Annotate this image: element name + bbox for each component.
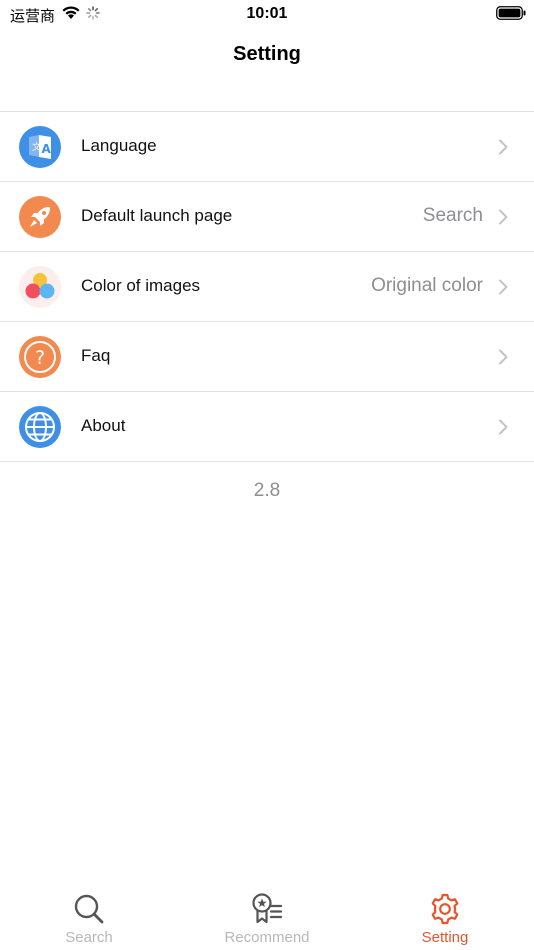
settings-row-value: Search [422,205,483,226]
search-icon [74,894,104,924]
settings-row-default-launch-page[interactable]: Default launch page Search [0,182,534,252]
battery-icon [496,6,526,20]
tab-setting[interactable]: Setting [356,880,534,950]
rocket-icon [19,196,61,238]
tab-recommend[interactable]: Recommend [178,880,356,950]
svg-text:?: ? [35,347,45,369]
tab-search[interactable]: Search [0,880,178,950]
settings-row-label: Language [81,136,157,155]
settings-row-faq[interactable]: ? Faq [0,322,534,392]
tab-label: Setting [421,929,469,946]
chevron-right-icon [499,349,508,365]
settings-row-label: About [81,416,126,435]
tab-label: Recommend [224,929,310,946]
chevron-right-icon [499,209,508,225]
status-time: 10:01 [246,5,288,22]
globe-icon [19,406,61,448]
status-bar: 运营商 10:01 [0,0,534,30]
tab-label: Search [65,929,113,946]
gear-icon [431,893,459,925]
svg-text:文: 文 [32,141,41,153]
tab-bar: Search Recommend Setting [0,880,534,950]
recommend-icon [252,893,283,924]
settings-row-about[interactable]: About [0,392,534,462]
settings-row-label: Color of images [81,276,201,295]
color-dots-icon [19,266,61,308]
chevron-right-icon [499,419,508,435]
settings-row-label: Default launch page [81,206,233,225]
settings-row-value: Original color [371,275,483,296]
chevron-right-icon [499,139,508,155]
page-title: Setting [233,43,301,65]
chevron-right-icon [499,279,508,295]
svg-text:A: A [42,142,52,156]
question-icon: ? [19,336,61,378]
settings-row-label: Faq [81,346,111,365]
translate-icon: 文 A [19,126,61,168]
settings-row-color-of-images[interactable]: Color of images Original color [0,252,534,322]
settings-row-language[interactable]: 文 A Language [0,112,534,182]
app-version: 2.8 [253,480,281,501]
settings-list: 文 A Language Default launch page Search [0,111,534,462]
